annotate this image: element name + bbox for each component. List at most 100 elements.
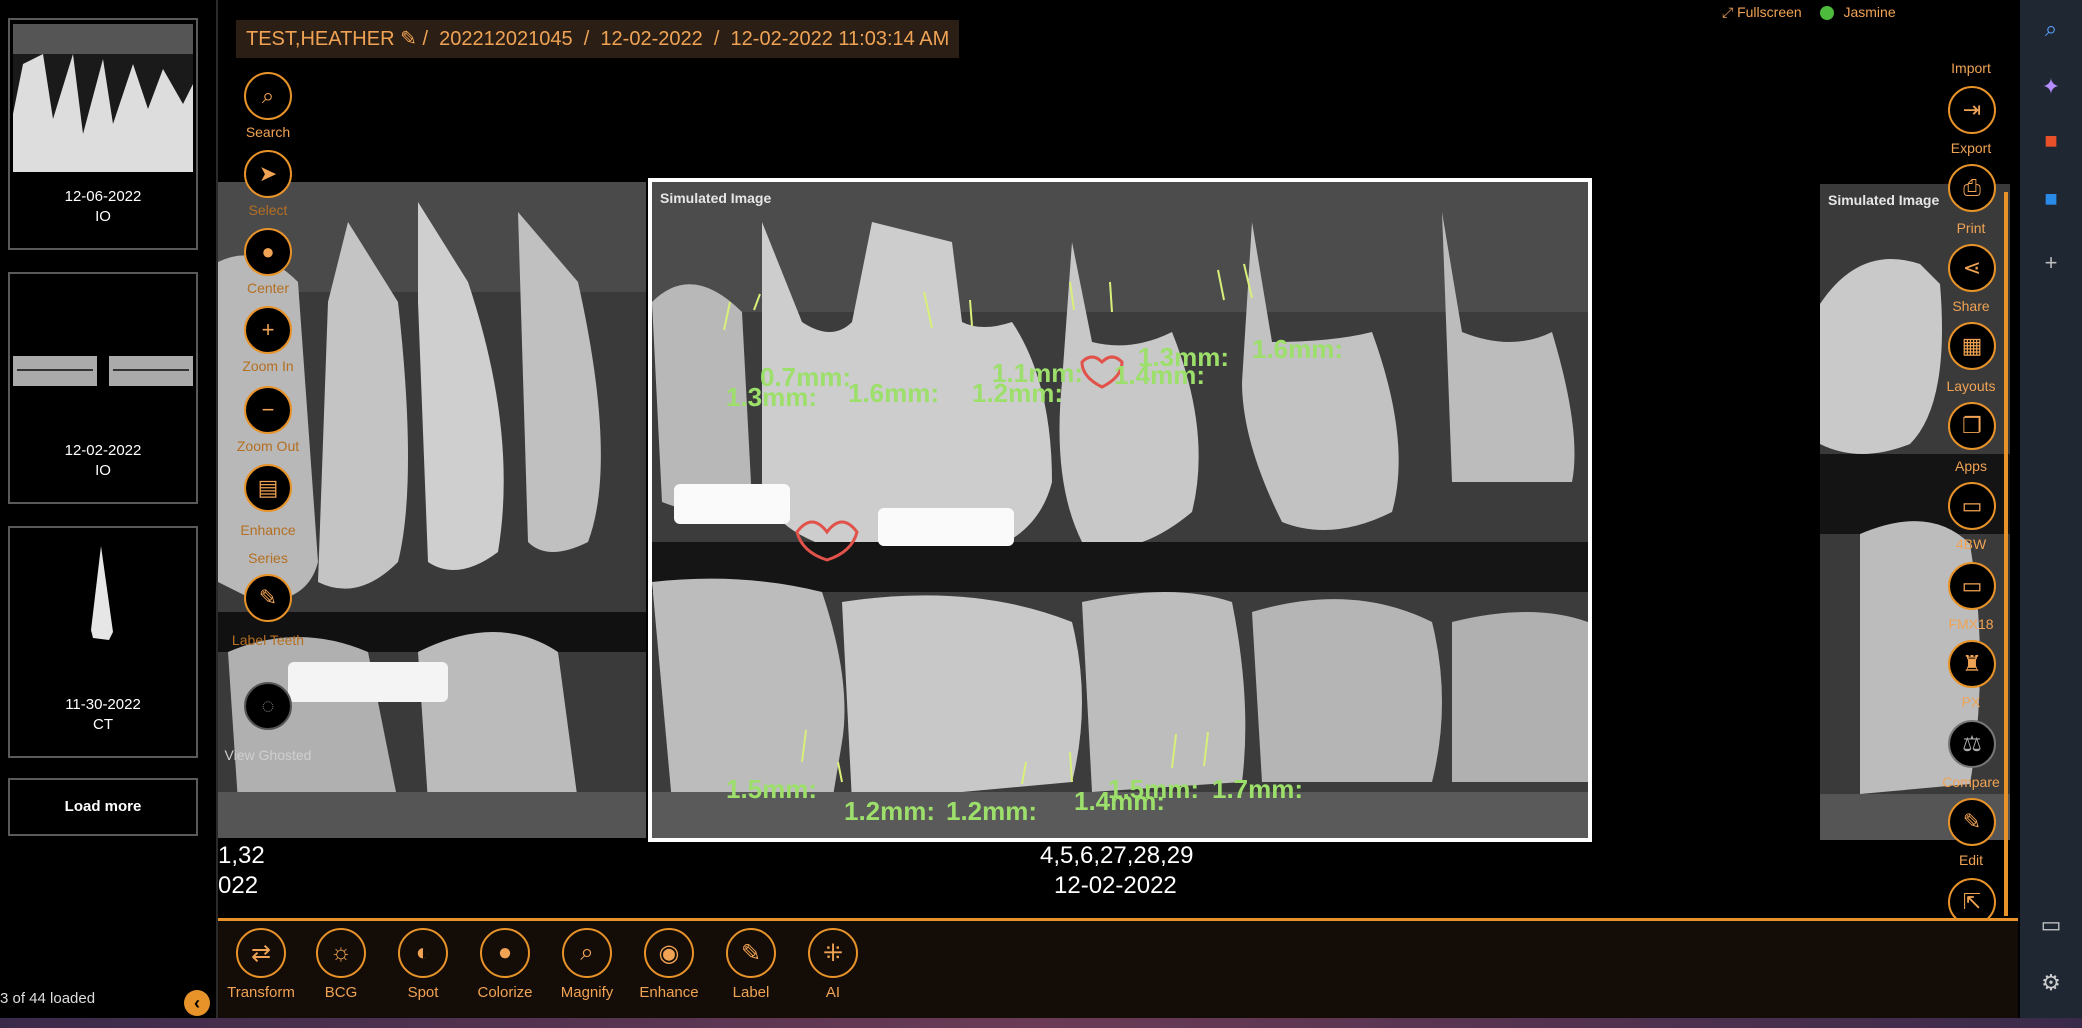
- panel-icon[interactable]: ▭: [2036, 910, 2066, 940]
- tool-label: Zoom Out: [236, 438, 300, 454]
- label-icon: ✎: [258, 585, 278, 610]
- apps-button[interactable]: ❐: [1948, 402, 1996, 450]
- measurement-label: 1.4mm:: [1114, 360, 1206, 390]
- tool-label: Apps: [1955, 458, 1987, 474]
- tool-label: Import: [1951, 60, 1991, 76]
- tooth-icon: ♜: [1962, 651, 1982, 676]
- transform-icon: ⇄: [250, 939, 272, 967]
- thumbnail-date: 12-06-2022: [64, 188, 142, 205]
- tool-label: Spot: [407, 984, 439, 1001]
- panel-divider: [2004, 192, 2008, 916]
- simulated-image-label: Simulated Image: [660, 190, 772, 206]
- spot-button[interactable]: ◐: [398, 928, 448, 978]
- measurement-label: 1.5mm:: [1108, 774, 1200, 804]
- copilot-icon[interactable]: ✦: [2036, 72, 2066, 102]
- breadcrumb-separator: /: [713, 28, 720, 50]
- study-datetime[interactable]: 12-02-2022 11:03:14 AM: [731, 28, 950, 50]
- thumbnail-1[interactable]: 12-06-2022 IO: [8, 18, 198, 250]
- enhance-series-button[interactable]: ▤: [244, 464, 292, 512]
- taskbar: [0, 1018, 2082, 1028]
- thumbnail-date: 11-30-2022: [65, 696, 141, 713]
- tool-label: BCG: [324, 984, 358, 1001]
- center-tool-button[interactable]: ●: [244, 228, 292, 276]
- tool-label: PX: [1961, 694, 1981, 710]
- 4bw-layout-button[interactable]: ▭: [1948, 482, 1996, 530]
- magnify-button[interactable]: ⌕: [562, 928, 612, 978]
- enhance-button[interactable]: ◉: [644, 928, 694, 978]
- tool-label: Share: [1952, 298, 1990, 314]
- select-tool-button[interactable]: ➤: [244, 150, 292, 198]
- main-xray-image[interactable]: Simulated Image 0.7mm: 1.3mm: 1.6mm: 1.1…: [648, 178, 1592, 842]
- breadcrumb-separator: /: [583, 28, 590, 50]
- tool-label: Label: [732, 984, 770, 1001]
- top-right-status: ⤢ Fullscreen Jasmine: [1722, 4, 1896, 26]
- ghost-icon: ◌: [261, 693, 275, 718]
- export-icon: ⇥: [1962, 97, 1982, 122]
- measurement-label: 1.2mm:: [946, 796, 1038, 826]
- chevron-left-icon: ‹: [194, 993, 200, 1013]
- zoom-out-button[interactable]: −: [244, 386, 292, 434]
- bitewing-icon: ▭: [1961, 493, 1983, 518]
- study-id[interactable]: 202212021045: [439, 28, 572, 50]
- compare-button[interactable]: ⚖: [1948, 720, 1996, 768]
- study-date[interactable]: 12-02-2022: [600, 28, 702, 50]
- tool-label: Print: [1956, 220, 1986, 236]
- enhance-icon: ▤: [257, 475, 279, 500]
- label-button[interactable]: ✎: [726, 928, 776, 978]
- bcg-button[interactable]: ☼: [316, 928, 366, 978]
- tool-label: Export: [1950, 140, 1992, 156]
- label-teeth-button[interactable]: ✎: [244, 574, 292, 622]
- px-layout-button[interactable]: ♜: [1948, 640, 1996, 688]
- layouts-button[interactable]: ▦: [1948, 322, 1996, 370]
- layout-grid-icon: ▦: [1961, 333, 1983, 358]
- thumbnail-2[interactable]: 12-02-2022 IO: [8, 272, 198, 504]
- edit-patient-icon[interactable]: ✎: [400, 28, 417, 50]
- colorize-button[interactable]: ●: [480, 928, 530, 978]
- search-tool-button[interactable]: ⌕: [244, 72, 292, 120]
- load-more-button[interactable]: Load more: [8, 778, 198, 836]
- loaded-count: 3 of 44 loaded: [0, 990, 96, 1007]
- share-button[interactable]: ⋖: [1948, 244, 1996, 292]
- thumbnail-type: CT: [93, 716, 113, 733]
- magnify-icon: ⌕: [580, 939, 594, 966]
- export-button[interactable]: ⇥: [1948, 86, 1996, 134]
- thumbnail-type: IO: [95, 462, 111, 479]
- fullscreen-button[interactable]: Fullscreen: [1737, 4, 1802, 20]
- measurement-label: 1.2mm:: [972, 378, 1064, 408]
- tool-label: Enhance Series: [240, 522, 296, 566]
- main-image-date: 12-02-2022: [1054, 872, 1177, 899]
- tool-label: FMX18: [1948, 616, 1994, 632]
- label-icon: ✎: [740, 939, 762, 967]
- patient-name[interactable]: TEST,HEATHER: [246, 28, 395, 50]
- tool-label: Layouts: [1946, 378, 1996, 394]
- transform-button[interactable]: ⇄: [236, 928, 286, 978]
- outlook-icon[interactable]: ■: [2036, 184, 2066, 214]
- edit-icon: ✎: [1962, 809, 1982, 834]
- gear-icon[interactable]: ⚙: [2036, 968, 2066, 998]
- print-button[interactable]: ⎙: [1948, 164, 1996, 212]
- thumbnail-date: 12-02-2022: [64, 442, 142, 459]
- tool-label: AI: [825, 984, 841, 1001]
- collapse-panel-button[interactable]: ‹: [184, 990, 210, 1016]
- view-ghosted-button[interactable]: ◌: [244, 682, 292, 730]
- minus-icon: −: [261, 397, 275, 422]
- add-icon[interactable]: +: [2036, 248, 2066, 278]
- search-icon[interactable]: ⌕: [2036, 14, 2066, 44]
- main-image-teeth: 4,5,6,27,28,29: [1040, 842, 1194, 869]
- tool-label: 4BW: [1955, 536, 1987, 552]
- fullscreen-icon[interactable]: ⤢: [1722, 4, 1733, 20]
- xray-thumbnail-image: [13, 278, 193, 426]
- xray-image-main: [652, 182, 1588, 838]
- center-dot-icon: ●: [261, 239, 275, 264]
- cursor-icon: ➤: [258, 161, 278, 186]
- edit-button[interactable]: ✎: [1948, 798, 1996, 846]
- plus-icon: +: [261, 317, 275, 342]
- ai-button[interactable]: ⁜: [808, 928, 858, 978]
- tool-label: Magnify: [560, 984, 614, 1001]
- office-icon[interactable]: ■: [2036, 126, 2066, 156]
- user-name[interactable]: Jasmine: [1843, 4, 1895, 20]
- eye-icon: ◉: [658, 939, 680, 967]
- zoom-in-button[interactable]: +: [244, 306, 292, 354]
- fmx18-layout-button[interactable]: ▭: [1948, 562, 1996, 610]
- thumbnail-3[interactable]: 11-30-2022 CT: [8, 526, 198, 758]
